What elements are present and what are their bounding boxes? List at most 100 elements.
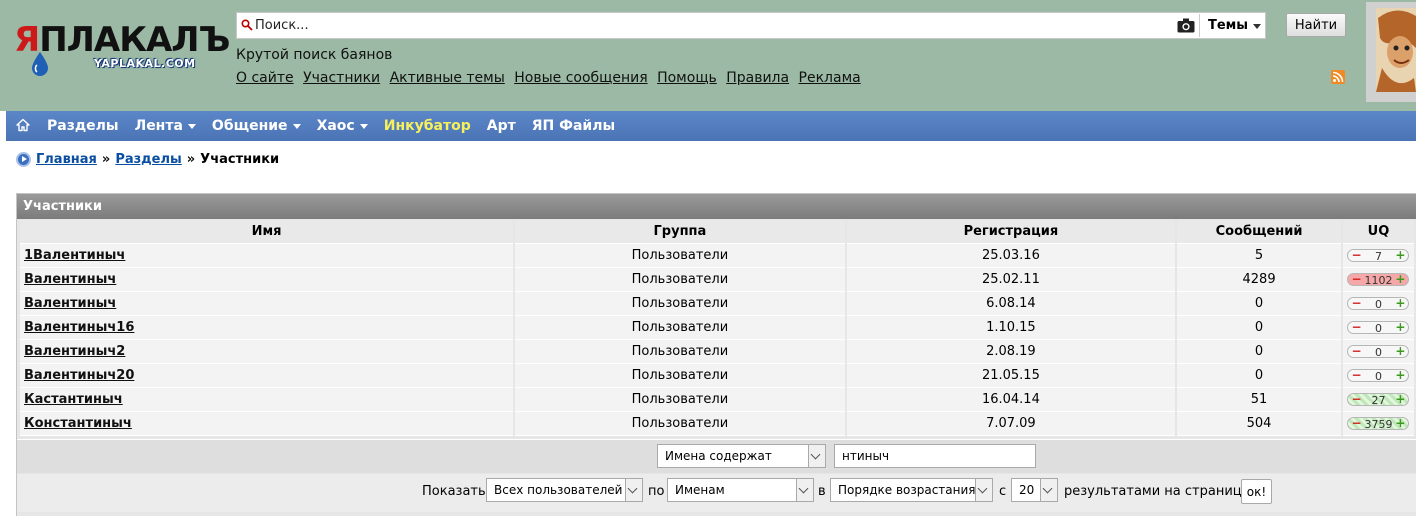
user-avatar-frame[interactable] [1366,2,1416,102]
panel-title: Участники [17,194,1416,219]
column-header-name[interactable]: Имя [20,220,514,244]
in-label: в [818,484,826,499]
member-uq-cell: −7 + [1342,244,1414,268]
chevron-down-icon [292,123,301,129]
avatar [1376,8,1416,92]
member-name-cell: Константиныч [20,412,514,436]
plus-icon[interactable]: + [1395,249,1405,261]
member-uq-cell: −1102 + [1342,268,1414,292]
member-group-cell: Пользователи [515,412,845,436]
uq-rating-widget: −0 + [1347,321,1410,334]
member-posts-cell: 5 [1177,244,1341,268]
nav-communication[interactable]: Общение [212,118,301,134]
search-icon [241,19,253,31]
sort-order-select[interactable]: Порядке возрастания [830,478,993,502]
member-name-link[interactable]: Валентиныч20 [24,368,134,383]
breadcrumb: Главная » Разделы » Участники [16,152,279,167]
link-ads[interactable]: Реклама [799,70,861,86]
member-uq-cell: −0 + [1342,292,1414,316]
plus-icon[interactable]: + [1395,321,1405,333]
home-icon[interactable] [16,118,30,132]
member-name-link[interactable]: Валентиныч16 [24,320,134,335]
column-header-group[interactable]: Группа [515,220,845,244]
site-header: ЯПЛАКАЛЪ YAPLAKAL.COM Темы Найти Крутой … [0,0,1416,111]
link-members[interactable]: Участники [303,70,380,86]
per-page-select[interactable]: 20 [1011,478,1058,502]
main-navbar: Разделы Лента Общение Хаос Инкубатор Арт… [6,111,1416,141]
link-about[interactable]: О сайте [236,70,294,86]
nav-chaos[interactable]: Хаос [317,118,368,134]
column-header-registered[interactable]: Регистрация [846,220,1176,244]
site-logo[interactable]: ЯПЛАКАЛЪ YAPLAKAL.COM [12,20,230,80]
chevron-down-icon [808,445,825,467]
member-name-link[interactable]: Валентиныч [24,272,116,287]
search-input[interactable] [255,16,1155,35]
link-active-topics[interactable]: Активные темы [390,70,505,86]
filter-mode-value: Имена содержат [665,449,772,463]
member-registered-cell: 7.07.09 [846,412,1176,436]
member-group-cell: Пользователи [515,364,845,388]
find-button[interactable]: Найти [1286,13,1346,37]
member-uq-cell: −27 + [1342,388,1414,412]
breadcrumb-separator: » [101,152,111,167]
link-new-posts[interactable]: Новые сообщения [514,70,647,86]
member-posts-cell: 504 [1177,412,1341,436]
member-uq-cell: −0 + [1342,340,1414,364]
filter-query-input[interactable]: нтиныч [834,444,1036,468]
tear-drop-icon [32,52,48,76]
member-name-cell: Валентиныч20 [20,364,514,388]
nav-feed[interactable]: Лента [135,118,196,134]
show-select[interactable]: Всех пользователей [486,478,643,502]
table-row: Валентиныч16 Пользователи 1.10.15 0 −0 + [20,316,1414,340]
uq-rating-widget: −7 + [1347,249,1410,262]
member-name-link[interactable]: Кастантиныч [24,392,123,407]
member-uq-cell: −3759 + [1342,412,1414,436]
plus-icon[interactable]: + [1395,417,1405,429]
sort-by-value: Именам [675,483,725,497]
nav-sections[interactable]: Разделы [47,118,119,134]
breadcrumb-home[interactable]: Главная [36,152,97,167]
breadcrumb-sections[interactable]: Разделы [115,152,181,167]
chevron-down-icon [796,479,813,501]
rss-icon[interactable] [1331,70,1345,84]
plus-icon[interactable]: + [1395,273,1405,285]
table-row: Константиныч Пользователи 7.07.09 504 −3759 + [20,412,1414,436]
member-name-link[interactable]: 1Валентиныч [24,248,125,263]
camera-icon[interactable] [1177,18,1195,33]
chevron-down-icon [975,479,992,501]
search-scope-select[interactable]: Темы [1199,14,1265,37]
plus-icon[interactable]: + [1395,297,1405,309]
by-label: по [648,484,665,499]
uq-rating-widget: −3759 + [1347,417,1410,430]
member-group-cell: Пользователи [515,292,845,316]
nav-art[interactable]: Арт [487,118,516,134]
nav-incubator[interactable]: Инкубатор [384,118,471,134]
play-circle-icon [16,152,31,167]
plus-icon[interactable]: + [1395,393,1405,405]
member-posts-cell: 0 [1177,340,1341,364]
member-group-cell: Пользователи [515,244,845,268]
link-rules[interactable]: Правила [726,70,789,86]
link-help[interactable]: Помощь [657,70,717,86]
show-select-value: Всех пользователей [494,483,623,497]
member-name-link[interactable]: Валентиныч [24,296,116,311]
sort-by-select[interactable]: Именам [667,478,814,502]
member-name-cell: Валентиныч [20,292,514,316]
column-header-uq[interactable]: UQ [1342,220,1414,244]
plus-icon[interactable]: + [1395,345,1405,357]
member-group-cell: Пользователи [515,340,845,364]
member-name-link[interactable]: Валентиныч2 [24,344,125,359]
plus-icon[interactable]: + [1395,369,1405,381]
member-name-cell: Валентиныч2 [20,340,514,364]
member-posts-cell: 0 [1177,316,1341,340]
column-header-posts[interactable]: Сообщений [1177,220,1341,244]
show-label: Показать [422,484,486,499]
member-group-cell: Пользователи [515,268,845,292]
search-box: Темы [236,12,1266,39]
filter-mode-select[interactable]: Имена содержат [657,444,826,468]
member-name-link[interactable]: Константиныч [24,416,132,431]
chevron-down-icon [187,123,196,129]
ok-button[interactable]: ок! [1241,479,1272,504]
members-table: Имя Группа Регистрация Сообщений UQ 1Вал… [18,220,1416,436]
nav-files[interactable]: ЯП Файлы [532,118,615,134]
